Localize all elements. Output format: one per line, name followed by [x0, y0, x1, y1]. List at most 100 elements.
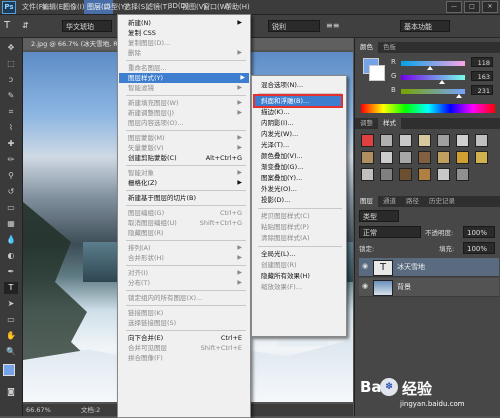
dodge-tool-icon[interactable]: ◐	[4, 250, 18, 262]
layer-style-item[interactable]: 光泽(T)...	[261, 140, 343, 150]
style-swatch[interactable]	[361, 134, 374, 147]
style-swatch[interactable]	[456, 134, 469, 147]
channel-value-input[interactable]: 231	[471, 85, 493, 95]
gradient-tool-icon[interactable]: ▦	[4, 218, 18, 230]
style-swatch[interactable]	[361, 168, 374, 181]
style-swatch[interactable]	[399, 168, 412, 181]
move-tool-icon[interactable]: ✥	[4, 42, 18, 54]
layer-menu-item[interactable]: 创建剪贴蒙版(C) Alt+Ctrl+G	[128, 153, 246, 163]
tab-layers[interactable]: 图层	[355, 196, 378, 207]
layer-menu-item[interactable]: 图层内容选项(O)...	[128, 118, 246, 128]
fill-input[interactable]: 100%	[463, 242, 495, 254]
pen-tool-icon[interactable]: ✒	[4, 266, 18, 278]
style-swatch[interactable]	[399, 134, 412, 147]
crop-tool-icon[interactable]: ⌗	[4, 106, 18, 118]
type-tool-icon[interactable]: T	[4, 282, 18, 294]
layer-menu-item[interactable]: 删除 ▶	[128, 48, 246, 58]
layer-menu-item[interactable]: 隐藏图层(R)	[128, 228, 246, 238]
align-buttons-icon[interactable]: ≡≡	[326, 20, 352, 32]
layer-menu-item[interactable]: 合并形状(H) ▶	[128, 253, 246, 263]
shape-tool-icon[interactable]: ▭	[4, 314, 18, 326]
layer-menu-item[interactable]: 智能滤镜 ▶	[128, 83, 246, 93]
close-button[interactable]: ✕	[482, 1, 498, 13]
layer-menu-item[interactable]: 取消图层编组(U) Shift+Ctrl+G	[128, 218, 246, 228]
orientation-toggle-icon[interactable]: ⇵	[22, 19, 40, 33]
eraser-tool-icon[interactable]: ▭	[4, 202, 18, 214]
layer-style-item[interactable]: 清除图层样式(A)	[261, 233, 343, 243]
tab-adjustments[interactable]: 调整	[355, 118, 378, 129]
tab-paths[interactable]: 路径	[401, 196, 424, 207]
maximize-button[interactable]: □	[464, 1, 480, 13]
style-swatch[interactable]	[437, 151, 450, 164]
channel-slider[interactable]	[401, 89, 465, 98]
eye-icon[interactable]: ◉	[362, 282, 368, 290]
foreground-color-swatch[interactable]	[3, 364, 15, 376]
layer-style-item[interactable]: 渐变叠加(G)...	[261, 162, 343, 172]
antialias-select[interactable]: 锐利	[268, 20, 320, 32]
style-swatch[interactable]	[380, 151, 393, 164]
layer-style-item[interactable]: 混合选项(N)...	[261, 80, 343, 90]
brush-tool-icon[interactable]: ✏	[4, 154, 18, 166]
style-swatch[interactable]	[418, 134, 431, 147]
layer-name[interactable]: 背景	[397, 282, 411, 292]
layer-menu-item[interactable]: 向下合并(E) Ctrl+E	[128, 333, 246, 343]
layer-menu-item[interactable]: 新建填充图层(W) ▶	[128, 98, 246, 108]
layer-style-item[interactable]: 粘贴图层样式(P)	[261, 222, 343, 232]
tab-swatches[interactable]: 色板	[378, 42, 401, 53]
channel-value-input[interactable]: 163	[471, 71, 493, 81]
blend-mode-select[interactable]: 正常	[359, 226, 421, 238]
healing-tool-icon[interactable]: ✚	[4, 138, 18, 150]
menubar-item-6[interactable]: 滤镜(T)	[146, 2, 170, 12]
hand-tool-icon[interactable]: ✋	[4, 330, 18, 342]
color-panel-background[interactable]	[369, 65, 385, 81]
style-swatch[interactable]	[418, 168, 431, 181]
style-swatch[interactable]	[475, 134, 488, 147]
tab-history[interactable]: 历史记录	[424, 196, 460, 207]
layer-menu-item[interactable]: 新建基于图层的切片(B)	[128, 193, 246, 203]
layer-menu-item[interactable]: 图层蒙版(M) ▶	[128, 133, 246, 143]
layer-menu-item[interactable]: 链接图层(K)	[128, 308, 246, 318]
blur-tool-icon[interactable]: 💧	[4, 234, 18, 246]
layer-style-item[interactable]: 全局光(L)...	[261, 249, 343, 259]
layer-style-item[interactable]: 图案叠加(Y)...	[261, 173, 343, 183]
layer-style-item[interactable]: 斜面和浮雕(B)...	[253, 94, 343, 108]
layer-menu-item[interactable]: 选择链接图层(S)	[128, 318, 246, 328]
layer-menu-item[interactable]: 复制 CSS	[128, 28, 246, 38]
marquee-tool-icon[interactable]: ⬚	[4, 58, 18, 70]
layer-menu-item[interactable]: 矢量蒙版(V) ▶	[128, 143, 246, 153]
style-swatch[interactable]	[437, 168, 450, 181]
layer-menu-item[interactable]: 智能对象 ▶	[128, 168, 246, 178]
layer-row[interactable]: ◉ 背景	[359, 278, 499, 297]
eyedropper-tool-icon[interactable]: ⌇	[4, 122, 18, 134]
layer-style-item[interactable]: 内阴影(I)...	[261, 118, 343, 128]
quick-select-tool-icon[interactable]: ✎	[4, 90, 18, 102]
quick-mask-icon[interactable]: ◙	[4, 386, 18, 398]
layer-name[interactable]: 冰天雪地	[397, 262, 425, 272]
menubar-item-2[interactable]: 图像(I)	[63, 2, 85, 12]
layer-menu-item[interactable]: 复制图层(D)...	[128, 38, 246, 48]
layer-filter-kind[interactable]: 类型	[359, 210, 399, 222]
tab-color[interactable]: 颜色	[355, 42, 378, 53]
layer-style-item[interactable]: 缩放效果(F)...	[261, 282, 343, 292]
layer-style-item[interactable]: 隐藏所有效果(H)	[261, 271, 343, 281]
layer-style-item[interactable]: 投影(D)...	[261, 195, 343, 205]
layer-menu-item[interactable]: 合并可见图层 Shift+Ctrl+E	[128, 343, 246, 353]
style-swatch[interactable]	[380, 134, 393, 147]
slider-handle-icon[interactable]	[427, 66, 434, 70]
layer-menu-item[interactable]: 重命名图层...	[128, 63, 246, 73]
menubar-item-5[interactable]: 选择(S)	[124, 2, 148, 12]
path-select-tool-icon[interactable]: ➤	[4, 298, 18, 310]
layer-menu-item[interactable]: 锁定组内的所有图层(X)...	[128, 293, 246, 303]
color-spectrum-bar[interactable]	[361, 104, 495, 113]
style-swatch[interactable]	[437, 134, 450, 147]
eye-icon[interactable]: ◉	[362, 262, 368, 270]
workspace-select[interactable]: 基本功能	[400, 20, 450, 32]
zoom-level[interactable]: 66.67%	[26, 406, 51, 414]
channel-slider[interactable]	[401, 61, 465, 70]
layer-style-item[interactable]: 内发光(W)...	[261, 129, 343, 139]
style-swatch[interactable]	[380, 168, 393, 181]
lasso-tool-icon[interactable]: ↄ	[4, 74, 18, 86]
history-brush-tool-icon[interactable]: ↺	[4, 186, 18, 198]
style-swatch[interactable]	[456, 168, 469, 181]
layer-menu-item[interactable]: 拼合图像(F)	[128, 353, 246, 363]
